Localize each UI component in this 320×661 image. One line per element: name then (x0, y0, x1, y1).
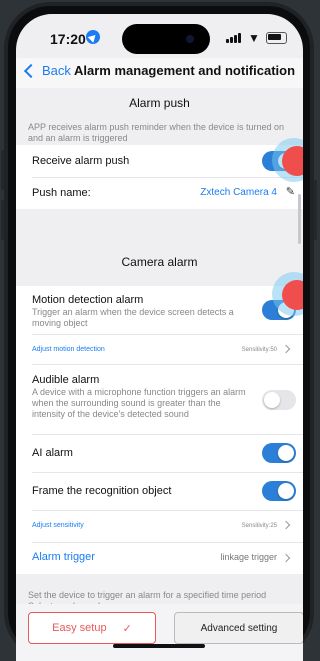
adjust-motion-row[interactable]: Adjust motion detection Sensitivity:50 (16, 334, 303, 364)
motion-alarm-row: Motion detection alarm Trigger an alarm … (16, 286, 303, 334)
status-bar: 17:20 ▼ (16, 14, 303, 58)
audible-alarm-toggle[interactable] (262, 390, 296, 410)
alarm-plan-line-1: Set the device to trigger an alarm for a… (28, 590, 267, 600)
phone-side-button (1, 200, 4, 240)
receive-alarm-push-label: Receive alarm push (32, 155, 130, 167)
motion-sensitivity-value: Sensitivity:50 (241, 347, 277, 353)
section-title-camera-alarm: Camera alarm (121, 255, 198, 269)
toggle-knob (264, 392, 280, 408)
chevron-right-icon (281, 520, 291, 530)
ai-alarm-row: AI alarm (16, 434, 303, 472)
signal-icon (226, 33, 242, 43)
adjust-motion-link[interactable]: Adjust motion detection (32, 346, 105, 353)
frame-sensitivity-value: Sensitivity:25 (241, 523, 277, 529)
receive-alarm-push-row: Receive alarm push (16, 145, 303, 177)
alarm-trigger-value: linkage trigger (220, 552, 277, 562)
scrollbar[interactable] (298, 194, 301, 244)
back-label: Back (42, 63, 71, 78)
frame-object-row: Frame the recognition object (16, 472, 303, 510)
adjust-sensitivity-link[interactable]: Adjust sensitivity (32, 522, 84, 529)
back-button[interactable]: Back (23, 63, 71, 78)
frame-object-label: Frame the recognition object (32, 485, 172, 497)
page-title: Alarm management and notification (74, 63, 296, 78)
screen: 17:20 ▼ Back Alarm management and notifi… (16, 14, 303, 661)
easy-setup-button[interactable]: Easy setup ✓ (28, 612, 156, 644)
content: Alarm push APP receives alarm push remin… (16, 88, 303, 661)
edit-icon[interactable]: ✎ (286, 185, 295, 198)
push-name-label: Push name: (32, 187, 91, 199)
chevron-left-icon (23, 63, 39, 78)
alarm-push-card: Receive alarm push Push name: Zxtech Cam… (16, 145, 303, 209)
chevron-right-icon (281, 344, 291, 354)
status-time: 17:20 (50, 31, 86, 47)
section-title-alarm-push: Alarm push (129, 96, 190, 110)
phone-power-button (314, 180, 317, 240)
toggle-knob (278, 445, 294, 461)
location-icon (86, 30, 100, 44)
camera-alarm-card: Motion detection alarm Trigger an alarm … (16, 286, 303, 574)
audible-alarm-description: A device with a microphone function trig… (32, 387, 246, 419)
audible-alarm-row: Audible alarm A device with a microphone… (16, 364, 303, 434)
toggle-knob (278, 483, 294, 499)
audible-alarm-label: Audible alarm (32, 374, 100, 386)
motion-alarm-description: Trigger an alarm when the device screen … (32, 307, 234, 328)
easy-setup-label: Easy setup (52, 622, 107, 634)
phone-side-button (1, 150, 4, 190)
adjust-sensitivity-row[interactable]: Adjust sensitivity Sensitivity:25 (16, 510, 303, 542)
push-name-row[interactable]: Push name: Zxtech Camera 4 ✎ (16, 177, 303, 209)
advanced-setting-label: Advanced setting (200, 622, 278, 634)
alarm-push-description: APP receives alarm push reminder when th… (28, 122, 284, 143)
check-icon: ✓ (122, 622, 132, 635)
bottom-action-bar: Easy setup ✓ Advanced setting (16, 604, 303, 661)
alarm-trigger-row[interactable]: Alarm trigger linkage trigger (16, 542, 303, 574)
push-name-value[interactable]: Zxtech Camera 4 (200, 187, 277, 198)
dynamic-island (122, 24, 210, 54)
motion-alarm-label: Motion detection alarm (32, 294, 144, 306)
chevron-right-icon (281, 553, 291, 563)
ai-alarm-label: AI alarm (32, 447, 73, 459)
nav-bar: Back Alarm management and notification (16, 58, 303, 88)
ai-alarm-toggle[interactable] (262, 443, 296, 463)
advanced-setting-button[interactable]: Advanced setting (174, 612, 303, 644)
home-indicator (113, 644, 205, 648)
battery-icon (266, 32, 287, 44)
alarm-trigger-label: Alarm trigger (32, 551, 95, 563)
wifi-icon: ▼ (248, 31, 260, 45)
frame-object-toggle[interactable] (262, 481, 296, 501)
camera-dot (186, 35, 194, 43)
